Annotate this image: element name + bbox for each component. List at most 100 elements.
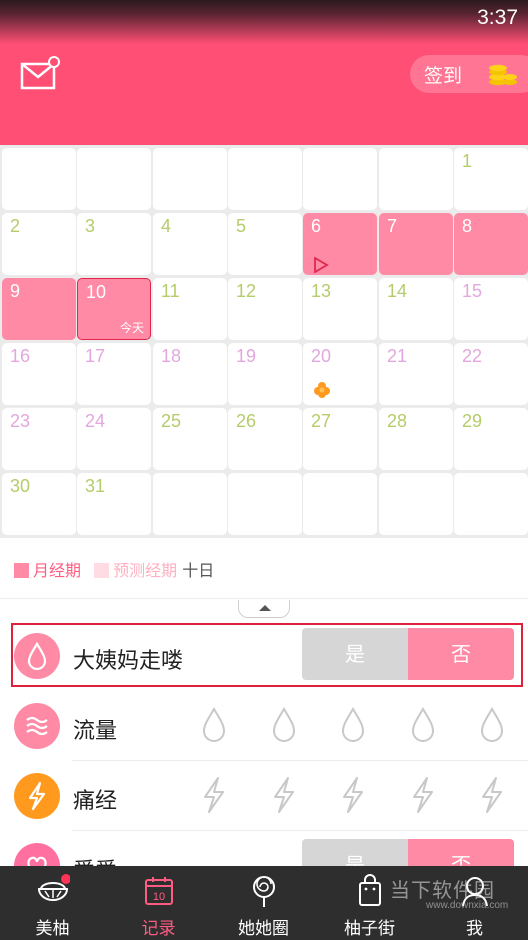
day-number: 27 <box>311 411 332 431</box>
day-number: 28 <box>387 411 408 431</box>
calendar-day-22[interactable]: 22 <box>454 343 528 405</box>
nav-me[interactable]: 我 <box>422 866 527 940</box>
record-row-flow: 流量 <box>0 691 528 761</box>
calendar-day-18[interactable]: 18 <box>153 343 227 405</box>
legend-period: 月经期 <box>14 557 81 581</box>
calendar-day-30[interactable]: 30 <box>2 473 76 535</box>
cramp-bolt-icon[interactable] <box>199 775 229 815</box>
flow-drop-icon[interactable] <box>408 705 438 745</box>
collapse-calendar-button[interactable] <box>238 600 290 618</box>
chevron-up-icon <box>259 605 271 611</box>
calendar-day-3[interactable]: 3 <box>77 213 151 275</box>
calendar-day-5[interactable]: 5 <box>228 213 302 275</box>
calendar-day-20[interactable]: 20 <box>303 343 377 405</box>
calendar-day-16[interactable]: 16 <box>2 343 76 405</box>
calendar-day-6[interactable]: 6 <box>303 213 377 275</box>
calendar-day-7[interactable]: 7 <box>379 213 453 275</box>
nav-shop[interactable]: 柚子街 <box>317 866 422 940</box>
day-number: 1 <box>462 151 473 171</box>
profile-icon <box>462 877 488 907</box>
flow-drop-icon[interactable] <box>338 705 368 745</box>
flow-drop-icon[interactable] <box>477 705 507 745</box>
calendar-day-21[interactable]: 21 <box>379 343 453 405</box>
checkin-button[interactable]: 签到 <box>410 55 528 93</box>
cramps-row-label: 痛经 <box>73 789 118 814</box>
cramp-bolt-icon[interactable] <box>408 775 438 815</box>
record-row-cramps: 痛经 <box>0 761 528 831</box>
day-number: 4 <box>161 216 172 236</box>
day-number: 3 <box>85 216 96 236</box>
calendar-empty-cell <box>454 473 528 535</box>
calendar-day-24[interactable]: 24 <box>77 408 151 470</box>
calendar-empty-cell <box>303 473 377 535</box>
calendar-day-10[interactable]: 10 今天 <box>77 278 151 340</box>
day-number: 8 <box>462 216 473 236</box>
calendar-day-25[interactable]: 25 <box>153 408 227 470</box>
status-time: 3:37 <box>477 6 518 29</box>
legend-period-label: 月经期 <box>33 561 82 580</box>
calendar-day-19[interactable]: 19 <box>228 343 302 405</box>
calendar-day-17[interactable]: 17 <box>77 343 151 405</box>
calendar-empty-cell <box>379 148 453 210</box>
calendar-day-2[interactable]: 2 <box>2 213 76 275</box>
calendar-day-14[interactable]: 14 <box>379 278 453 340</box>
calendar-day-4[interactable]: 4 <box>153 213 227 275</box>
calendar-empty-cell <box>228 473 302 535</box>
lollipop-icon <box>253 876 275 907</box>
calendar-day-1[interactable]: 1 <box>454 148 528 210</box>
calendar-day-8[interactable]: 8 <box>454 213 528 275</box>
flow-row-icon <box>14 703 60 749</box>
nav-label-shop: 柚子街 <box>344 919 395 939</box>
nav-meiyou[interactable]: 美柚 <box>0 866 105 940</box>
day-number: 10 <box>86 282 107 302</box>
day-number: 25 <box>161 411 182 431</box>
ovulation-flower-icon <box>314 382 330 398</box>
day-number: 24 <box>85 411 106 431</box>
flow-drop-icon[interactable] <box>199 705 229 745</box>
day-number: 14 <box>387 281 408 301</box>
calendar-day-26[interactable]: 26 <box>228 408 302 470</box>
day-number: 6 <box>311 216 322 236</box>
calendar-day-11[interactable]: 11 <box>153 278 227 340</box>
message-button[interactable] <box>20 56 64 90</box>
cramps-row-icon <box>14 773 60 819</box>
lightning-icon <box>28 781 46 811</box>
nav-community[interactable]: 她她圈 <box>211 866 316 940</box>
calendar-day-12[interactable]: 12 <box>228 278 302 340</box>
svg-text:10: 10 <box>153 891 165 903</box>
today-label: 今天 <box>119 321 144 335</box>
cramp-bolt-icon[interactable] <box>269 775 299 815</box>
day-number: 19 <box>236 346 257 366</box>
calendar-empty-cell <box>153 148 227 210</box>
nav-record[interactable]: 10 记录 <box>106 866 211 940</box>
calendar-day-31[interactable]: 31 <box>77 473 151 535</box>
cramp-bolt-icon[interactable] <box>338 775 368 815</box>
day-number: 13 <box>311 281 332 301</box>
app-header: 3:37 签到 <box>0 0 528 148</box>
checkin-label: 签到 <box>424 65 463 87</box>
day-number: 29 <box>462 411 483 431</box>
legend-predicted: 预测经期 十日 <box>94 557 214 581</box>
cramp-bolt-icon[interactable] <box>477 775 507 815</box>
nav-label-record: 记录 <box>141 919 176 939</box>
flow-drop-icon[interactable] <box>269 705 299 745</box>
coins-icon <box>489 64 517 86</box>
grapefruit-icon <box>37 874 70 901</box>
day-number: 22 <box>462 346 483 366</box>
calendar-day-27[interactable]: 27 <box>303 408 377 470</box>
calendar-day-13[interactable]: 13 <box>303 278 377 340</box>
calendar-empty-cell <box>2 148 76 210</box>
calendar-day-23[interactable]: 23 <box>2 408 76 470</box>
calendar-empty-cell <box>379 473 453 535</box>
calendar-day-15[interactable]: 15 <box>454 278 528 340</box>
day-number: 21 <box>387 346 408 366</box>
section-divider <box>0 598 528 599</box>
calendar-day-29[interactable]: 29 <box>454 408 528 470</box>
calendar-day-28[interactable]: 28 <box>379 408 453 470</box>
highlight-box <box>11 623 523 687</box>
calendar-empty-cell <box>303 148 377 210</box>
shopping-bag-icon <box>359 874 381 906</box>
day-number: 2 <box>10 216 21 236</box>
calendar-day-9[interactable]: 9 <box>2 278 76 340</box>
day-number: 26 <box>236 411 257 431</box>
